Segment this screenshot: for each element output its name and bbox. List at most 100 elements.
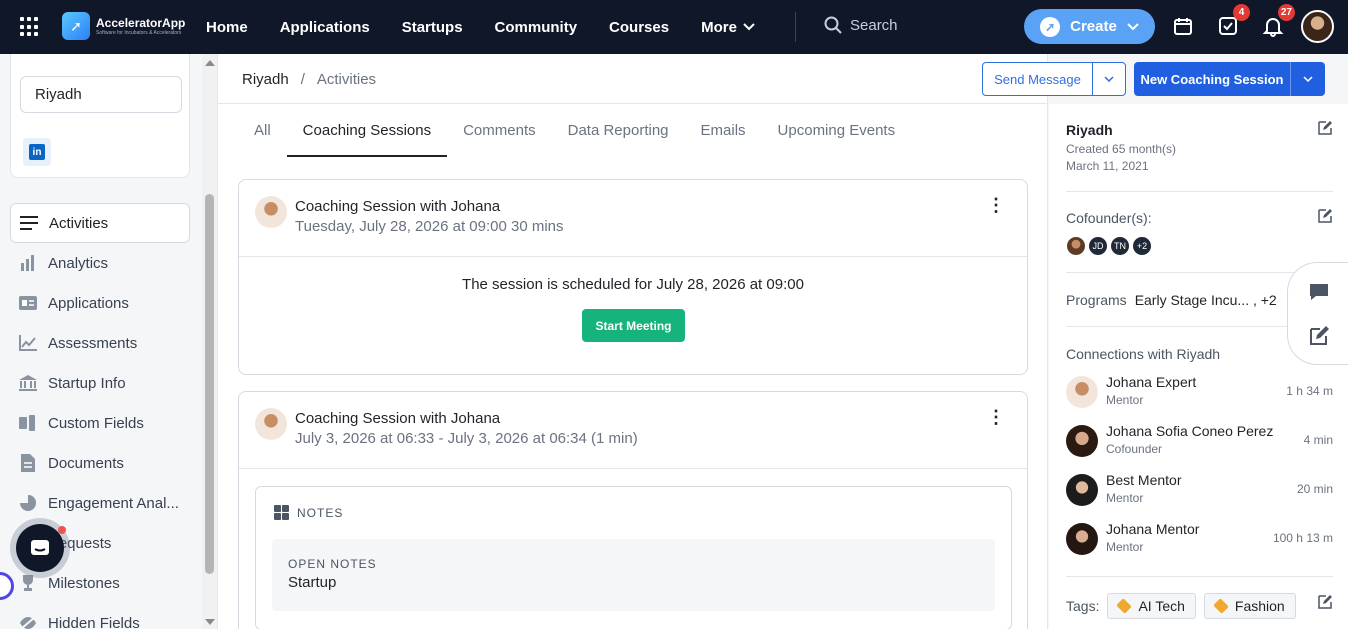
tag-chip[interactable]: Fashion [1203,593,1296,619]
tag-icon [1213,598,1229,614]
notes-grid-icon [274,505,289,520]
connection-name: Johana Mentor [1106,521,1200,537]
main-content: Riyadh / Activities All Coaching Session… [218,54,1048,629]
sidebar-item-assessments[interactable]: Assessments [10,323,190,363]
tag-chip[interactable]: AI Tech [1107,593,1196,619]
connection-time: 4 min [1303,433,1333,447]
edit-icon[interactable] [1317,120,1333,136]
start-meeting-button[interactable]: Start Meeting [582,309,685,342]
connection-item[interactable]: Johana Expert Mentor 1 h 34 m [1066,372,1333,412]
new-coaching-session-button[interactable]: New Coaching Session [1134,62,1325,96]
sidebar-item-label: Hidden Fields [48,614,140,629]
search-box[interactable]: Search [824,16,898,34]
tab-coaching-sessions[interactable]: Coaching Sessions [286,122,448,157]
app-logo[interactable]: ➚ AcceleratorApp Software for Incubators… [62,12,185,40]
tags-row: Tags: AI Tech Fashion [1066,593,1296,619]
custom-fields-icon [18,413,38,433]
chevron-down-icon[interactable] [1093,63,1125,95]
divider [1066,576,1333,577]
edit-icon[interactable] [1317,208,1333,224]
tab-data-reporting[interactable]: Data Reporting [552,122,685,157]
nav-courses[interactable]: Courses [593,19,685,36]
edit-icon[interactable] [1317,594,1333,610]
tab-emails[interactable]: Emails [685,122,762,157]
line-chart-icon [18,333,38,353]
tab-upcoming-events[interactable]: Upcoming Events [762,122,912,157]
tag-label: AI Tech [1138,598,1185,614]
session-title[interactable]: Coaching Session with Johana [295,198,500,215]
chevron-down-icon[interactable] [1291,62,1325,96]
sidebar-item-label: Custom Fields [48,414,144,432]
more-options-icon[interactable]: ⋮ [987,196,1005,214]
profile-card: Riyadh in [10,54,190,178]
comment-icon[interactable] [1308,281,1330,303]
avatar [1066,523,1098,555]
breadcrumb-startup[interactable]: Riyadh [242,71,289,88]
nav-startups[interactable]: Startups [386,19,479,36]
nav-more[interactable]: More [685,19,771,36]
session-card-header: Coaching Session with Johana Tuesday, Ju… [239,180,1027,257]
send-message-label[interactable]: Send Message [983,63,1093,95]
sidebar-item-activities[interactable]: Activities [10,203,190,243]
sidebar-item-hidden-fields[interactable]: Hidden Fields [10,603,190,629]
connection-time: 1 h 34 m [1286,384,1333,398]
scroll-up-arrow[interactable] [205,60,215,66]
bank-icon [18,373,38,393]
connection-role: Mentor [1106,491,1144,505]
notes-header: NOTES [274,505,343,520]
connection-item[interactable]: Best Mentor Mentor 20 min [1066,470,1333,510]
sidebar-item-startup-info[interactable]: Startup Info [10,363,190,403]
sidebar-item-label: Engagement Anal... [48,494,179,512]
rocket-icon: ➚ [62,12,90,40]
more-cofounders-count: +2 [1132,236,1152,256]
connection-item[interactable]: Johana Sofia Coneo Perez Cofounder 4 min [1066,421,1333,461]
sidebar-scrollbar[interactable] [202,54,218,629]
search-icon [824,16,842,34]
scroll-down-arrow[interactable] [205,619,215,625]
cofounder-avatars[interactable]: JD TN +2 [1066,236,1152,256]
chat-unread-dot [58,526,66,534]
send-message-button[interactable]: Send Message [982,62,1126,96]
avatar [255,408,287,440]
logo-name: AcceleratorApp [96,16,186,30]
session-card: Coaching Session with Johana Tuesday, Ju… [238,179,1028,375]
open-notes-title: OPEN NOTES [288,557,377,571]
tab-all[interactable]: All [238,122,287,157]
sidebar-item-engagement-analytics[interactable]: Engagement Anal... [10,483,190,523]
scrollbar-thumb[interactable] [205,194,214,574]
profile-name-field[interactable]: Riyadh [20,76,182,113]
apps-grid-icon[interactable] [20,17,40,37]
create-button[interactable]: ➚ Create [1024,9,1155,44]
user-avatar[interactable] [1301,10,1334,43]
connection-role: Cofounder [1106,442,1163,456]
open-notes-value: Startup [288,574,337,591]
programs-value[interactable]: Early Stage Incu... , +2 [1135,292,1277,308]
session-card-header: Coaching Session with Johana July 3, 202… [239,392,1027,469]
more-options-icon[interactable]: ⋮ [987,408,1005,426]
bell-icon[interactable]: 27 [1262,4,1295,37]
tasks-icon[interactable]: 4 [1217,4,1250,37]
sidebar-item-analytics[interactable]: Analytics [10,243,190,283]
tab-comments[interactable]: Comments [447,122,552,157]
sidebar-item-label: Activities [49,214,109,232]
session-title[interactable]: Coaching Session with Johana [295,410,500,427]
sidebar-item-custom-fields[interactable]: Custom Fields [10,403,190,443]
edit-icon[interactable] [1308,325,1330,347]
avatar [255,196,287,228]
document-icon [18,453,38,473]
chat-launcher-button[interactable] [16,524,66,572]
trophy-icon [18,573,38,593]
calendar-icon[interactable] [1172,15,1194,37]
programs-row: Programs Early Stage Incu... , +2 [1066,292,1277,308]
chat-icon [31,540,49,555]
nav-community[interactable]: Community [479,19,594,36]
nav-applications[interactable]: Applications [264,19,386,36]
session-scheduled-text: The session is scheduled for July 28, 20… [462,276,804,293]
linkedin-icon[interactable]: in [23,138,51,166]
connection-item[interactable]: Johana Mentor Mentor 100 h 13 m [1066,519,1333,559]
new-coaching-session-label[interactable]: New Coaching Session [1134,62,1291,96]
sidebar-item-applications[interactable]: Applications [10,283,190,323]
session-datetime: Tuesday, July 28, 2026 at 09:00 30 mins [295,218,564,235]
sidebar-item-documents[interactable]: Documents [10,443,190,483]
nav-home[interactable]: Home [190,19,264,36]
